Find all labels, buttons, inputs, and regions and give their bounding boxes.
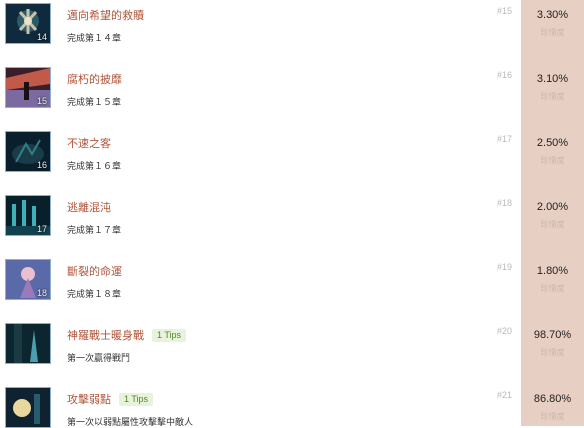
achievement-title[interactable]: 逃離混沌 (67, 199, 111, 215)
rarity-percent: 98.70% (533, 329, 572, 341)
rarity-column: 2.50% 珍惜度 (521, 128, 584, 192)
thumbnail-number: 18 (36, 288, 47, 298)
list-item[interactable]: 16 不速之客 完成第１６章 #17 2.50% 珍惜度 (0, 128, 584, 192)
rarity-label: 珍惜度 (540, 412, 565, 421)
tips-badge[interactable]: 1 Tips (152, 329, 187, 342)
achievement-thumbnail[interactable] (5, 323, 51, 364)
achievement-description: 完成第１４章 (67, 34, 122, 44)
rarity-label: 珍惜度 (540, 156, 565, 165)
achievement-description: 第一次贏得戰鬥 (67, 354, 131, 364)
achievement-description: 完成第１８章 (67, 290, 122, 300)
list-item[interactable]: 15 腐朽的披靡 完成第１５章 #16 3.10% 珍惜度 (0, 64, 584, 128)
rarity-percent: 3.30% (536, 9, 569, 21)
achievement-thumbnail[interactable]: 14 (5, 3, 51, 44)
achievement-index: #15 (497, 6, 513, 16)
rarity-percent: 1.80% (536, 265, 569, 277)
rarity-percent: 2.00% (536, 201, 569, 213)
achievement-title[interactable]: 攻擊弱點 1 Tips (67, 391, 154, 407)
thumbnail-number: 16 (36, 160, 47, 170)
rarity-column: 2.00% 珍惜度 (521, 192, 584, 256)
achievement-index: #17 (497, 134, 513, 144)
achievement-title[interactable]: 不速之客 (67, 135, 111, 151)
achievement-title[interactable]: 斷裂的命運 (67, 263, 122, 279)
thumbnail-number: 17 (36, 224, 47, 234)
rarity-label: 珍惜度 (540, 220, 565, 229)
achievement-index: #16 (497, 70, 513, 80)
achievement-image (6, 388, 50, 427)
thumbnail-number: 15 (36, 96, 47, 106)
achievement-description: 第一次以弱點屬性攻擊擊中敵人 (67, 418, 194, 428)
rarity-column: 98.70% 珍惜度 (521, 320, 584, 384)
rarity-column: 3.30% 珍惜度 (521, 0, 584, 64)
achievement-thumbnail[interactable]: 15 (5, 67, 51, 108)
achievement-description: 完成第１５章 (67, 98, 122, 108)
achievement-index: #20 (497, 326, 513, 336)
rarity-column: 1.80% 珍惜度 (521, 256, 584, 320)
achievement-thumbnail[interactable]: 16 (5, 131, 51, 172)
rarity-percent: 3.10% (536, 73, 569, 85)
rarity-percent: 86.80% (533, 393, 572, 405)
achievement-title[interactable]: 邁向希望的救贖 (67, 7, 144, 23)
rarity-label: 珍惜度 (540, 348, 565, 357)
tips-badge[interactable]: 1 Tips (119, 393, 154, 406)
achievement-image (6, 324, 50, 363)
achievement-title[interactable]: 神羅戰士暖身戰 1 Tips (67, 327, 187, 343)
rarity-label: 珍惜度 (540, 284, 565, 293)
list-item[interactable]: 14 邁向希望的救贖 完成第１４章 #15 3.30% 珍惜度 (0, 0, 584, 64)
achievement-thumbnail[interactable] (5, 387, 51, 428)
achievement-title[interactable]: 腐朽的披靡 (67, 71, 122, 87)
rarity-label: 珍惜度 (540, 28, 565, 37)
achievement-list: 14 邁向希望的救贖 完成第１４章 #15 3.30% 珍惜度 15 腐朽的披靡… (0, 0, 584, 428)
thumbnail-number: 14 (36, 32, 47, 42)
list-item[interactable]: 攻擊弱點 1 Tips 第一次以弱點屬性攻擊擊中敵人 #21 86.80% 珍惜度 (0, 384, 584, 428)
achievement-description: 完成第１６章 (67, 162, 122, 172)
achievement-index: #18 (497, 198, 513, 208)
achievement-index: #19 (497, 262, 513, 272)
rarity-label: 珍惜度 (540, 92, 565, 101)
rarity-column: 3.10% 珍惜度 (521, 64, 584, 128)
rarity-column: 86.80% 珍惜度 (521, 384, 584, 426)
list-item[interactable]: 17 逃離混沌 完成第１７章 #18 2.00% 珍惜度 (0, 192, 584, 256)
achievement-thumbnail[interactable]: 17 (5, 195, 51, 236)
list-item[interactable]: 18 斷裂的命運 完成第１８章 #19 1.80% 珍惜度 (0, 256, 584, 320)
achievement-description: 完成第１７章 (67, 226, 122, 236)
rarity-percent: 2.50% (536, 137, 569, 149)
achievement-index: #21 (497, 390, 513, 400)
list-item[interactable]: 神羅戰士暖身戰 1 Tips 第一次贏得戰鬥 #20 98.70% 珍惜度 (0, 320, 584, 384)
achievement-thumbnail[interactable]: 18 (5, 259, 51, 300)
